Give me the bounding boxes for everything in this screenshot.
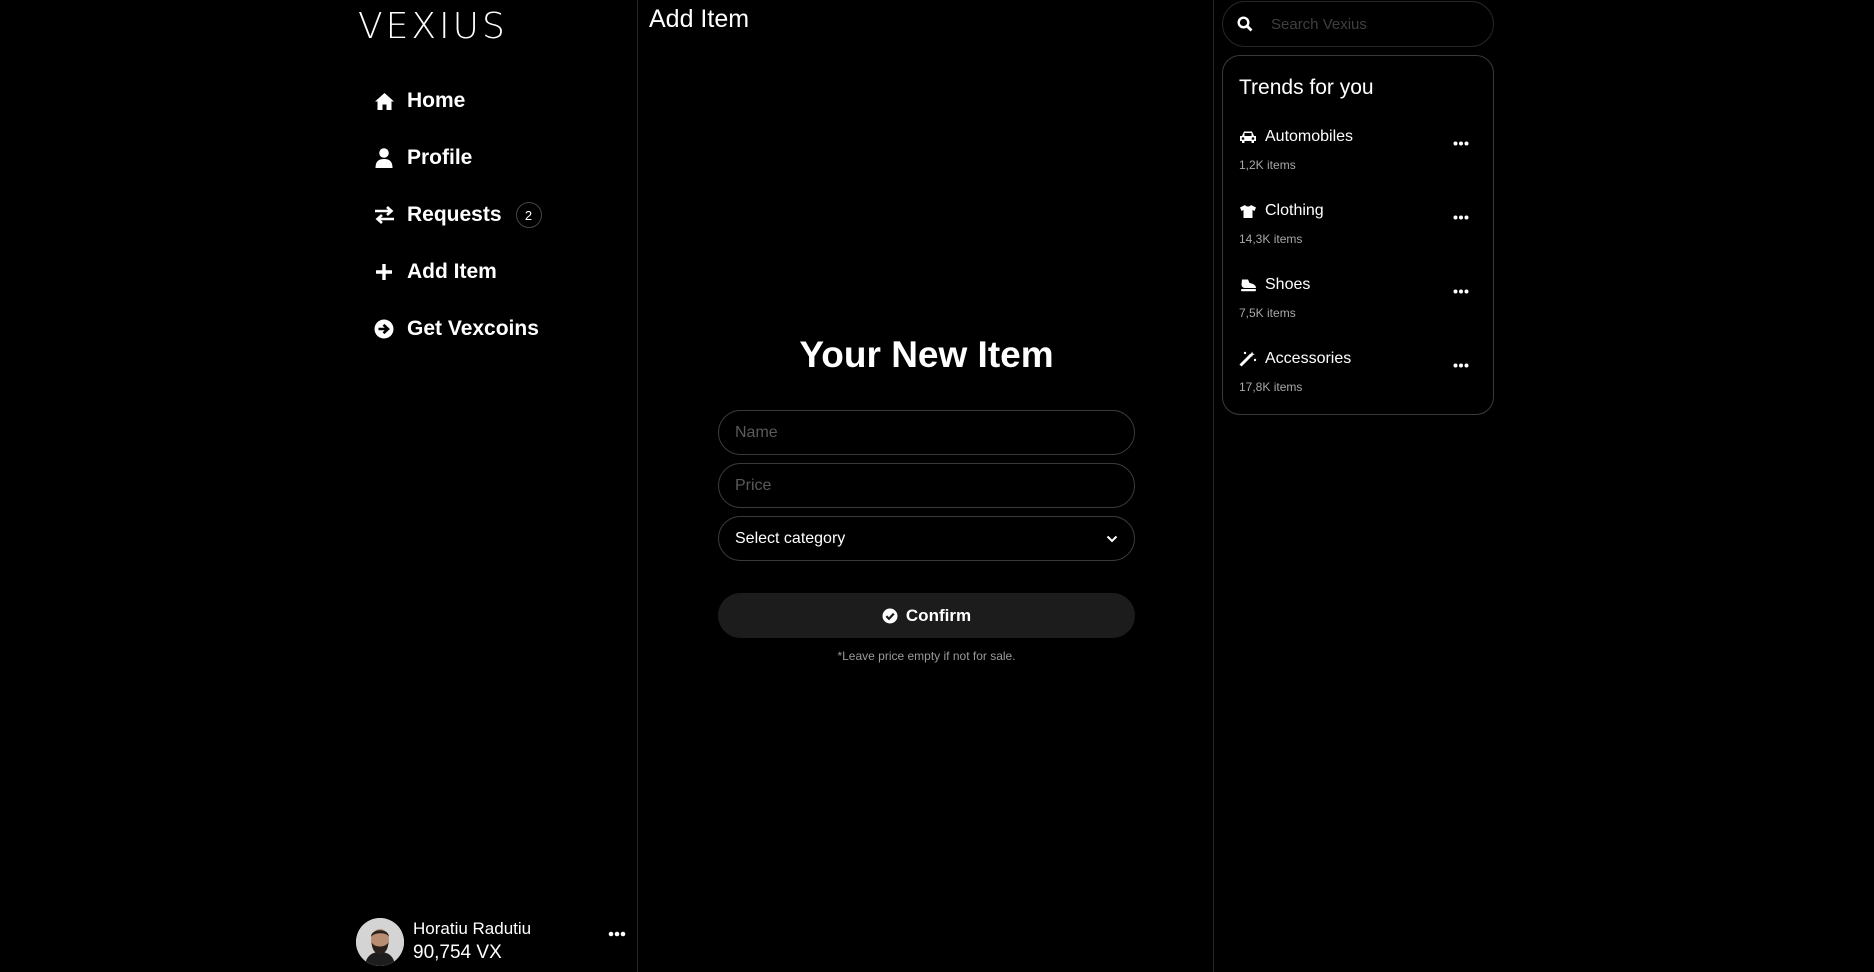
confirm-button[interactable]: Confirm — [718, 593, 1135, 638]
trend-item-clothing[interactable]: Clothing 14,3K items — [1223, 202, 1495, 262]
trend-count: 17,8K items — [1239, 380, 1303, 394]
sidebar: VEXIUS Home Profile Requests 2 Add Item … — [340, 0, 638, 972]
sidebar-item-add-item[interactable]: Add Item — [373, 254, 497, 290]
trend-count: 7,5K items — [1239, 306, 1296, 320]
sidebar-item-home[interactable]: Home — [373, 83, 465, 119]
sidebar-item-get-vexcoins[interactable]: Get Vexcoins — [373, 311, 539, 347]
more-icon[interactable] — [1453, 141, 1469, 146]
sidebar-item-label: Home — [407, 89, 466, 112]
requests-count-badge: 2 — [515, 202, 542, 228]
sidebar-item-profile[interactable]: Profile — [373, 140, 472, 176]
sidebar-item-label: Profile — [407, 146, 473, 169]
check-circle-icon — [882, 608, 898, 624]
trend-count: 14,3K items — [1239, 232, 1303, 246]
form-heading: Your New Item — [799, 334, 1054, 375]
avatar[interactable] — [356, 918, 404, 966]
sidebar-item-label: Requests — [407, 203, 502, 226]
trend-item-automobiles[interactable]: Automobiles 1,2K items — [1223, 128, 1495, 188]
category-select[interactable]: Select category — [718, 516, 1135, 561]
trends-card: Trends for you Automobiles 1,2K items Cl… — [1222, 55, 1494, 415]
trend-name: Automobiles — [1265, 128, 1354, 145]
car-icon — [1239, 130, 1257, 144]
trends-title: Trends for you — [1239, 76, 1374, 99]
category-select-value: Select category — [735, 529, 846, 547]
home-icon — [373, 90, 395, 112]
user-card[interactable]: Horatiu Radutiu 90,754 VX — [356, 917, 626, 967]
confirm-button-label: Confirm — [905, 605, 972, 625]
trend-name: Clothing — [1265, 202, 1324, 219]
page-title: Add Item — [649, 5, 750, 33]
shoe-icon — [1239, 278, 1257, 292]
exchange-icon — [373, 204, 395, 226]
arrow-circle-right-icon — [373, 318, 395, 340]
magic-wand-icon — [1239, 351, 1257, 367]
more-icon[interactable] — [1453, 215, 1469, 220]
trend-item-accessories[interactable]: Accessories 17,8K items — [1223, 350, 1495, 410]
main-panel: Add Item Your New Item Select category C… — [639, 0, 1214, 972]
form-note: *Leave price empty if not for sale. — [837, 649, 1016, 663]
more-icon[interactable] — [1453, 289, 1469, 294]
price-input[interactable] — [718, 463, 1135, 508]
trend-name: Shoes — [1265, 276, 1311, 293]
user-name: Horatiu Radutiu — [413, 918, 532, 938]
sidebar-item-label: Add Item — [407, 260, 497, 283]
sidebar-item-requests[interactable]: Requests 2 — [373, 197, 542, 233]
name-input[interactable] — [718, 410, 1135, 455]
plus-icon — [373, 261, 395, 283]
sidebar-item-label: Get Vexcoins — [407, 317, 539, 340]
search-input[interactable] — [1269, 14, 1469, 34]
trend-name: Accessories — [1265, 350, 1352, 367]
chevron-down-icon — [1106, 535, 1118, 543]
logo[interactable]: VEXIUS — [358, 6, 508, 47]
trend-count: 1,2K items — [1239, 158, 1296, 172]
user-icon — [373, 147, 395, 169]
search-icon — [1237, 16, 1253, 32]
user-balance: 90,754 VX — [413, 942, 502, 964]
more-icon[interactable] — [1453, 363, 1469, 368]
tshirt-icon — [1239, 204, 1257, 219]
trend-item-shoes[interactable]: Shoes 7,5K items — [1223, 276, 1495, 336]
search-box[interactable] — [1222, 1, 1494, 47]
more-icon[interactable] — [608, 931, 626, 937]
